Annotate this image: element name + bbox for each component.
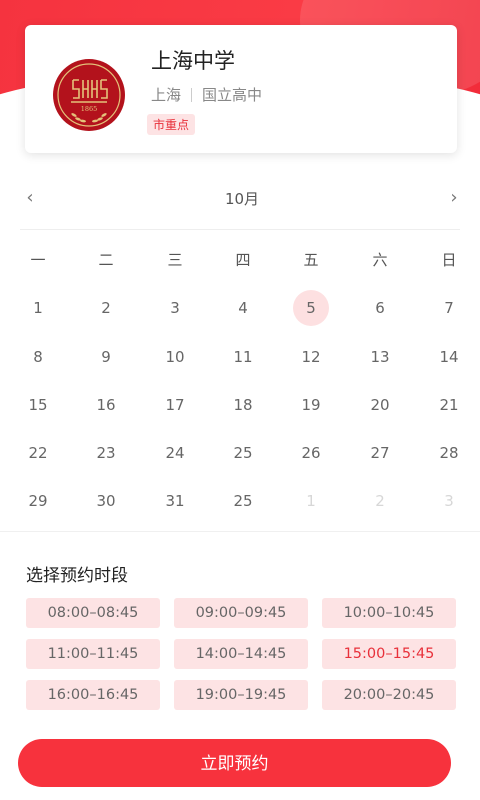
calendar-day[interactable]: 25	[223, 481, 263, 521]
weekday-sat: 六	[372, 251, 388, 269]
school-name: 上海中学	[151, 49, 235, 73]
school-logo: 1865	[53, 59, 125, 131]
calendar-day[interactable]: 13	[360, 337, 400, 377]
calendar-day[interactable]: 16	[86, 385, 126, 425]
calendar-day-disabled: 1	[306, 492, 316, 510]
calendar-day-disabled: 3	[444, 492, 454, 510]
time-slot[interactable]: 20:00–20:45	[322, 680, 456, 710]
chevron-right-icon[interactable]: ›	[444, 187, 464, 209]
calendar-week: 22 23 24 25 26 27 28	[0, 433, 480, 473]
time-slot[interactable]: 09:00–09:45	[174, 598, 308, 628]
month-label: 10月	[224, 190, 260, 208]
month-navigator: ‹ 10月 ›	[20, 183, 464, 213]
calendar-day-selected[interactable]: 5	[291, 288, 331, 328]
calendar-day[interactable]: 26	[291, 433, 331, 473]
calendar-day[interactable]: 1	[18, 288, 58, 328]
calendar-day[interactable]: 3	[155, 288, 195, 328]
weekday-tue: 二	[98, 251, 114, 269]
calendar-day[interactable]: 31	[155, 481, 195, 521]
time-slot[interactable]: 14:00–14:45	[174, 639, 308, 669]
weekday-header: 一 二 三 四 五 六 日	[0, 240, 480, 280]
calendar-day[interactable]: 8	[18, 337, 58, 377]
calendar-day[interactable]: 24	[155, 433, 195, 473]
section-title: 选择预约时段	[26, 566, 128, 586]
school-type: 国立高中	[202, 86, 263, 104]
calendar-day[interactable]: 20	[360, 385, 400, 425]
calendar-day[interactable]: 21	[429, 385, 469, 425]
calendar-day[interactable]: 17	[155, 385, 195, 425]
calendar-day[interactable]: 2	[86, 288, 126, 328]
calendar-day-disabled: 2	[375, 492, 385, 510]
weekday-mon: 一	[30, 251, 46, 269]
school-card[interactable]: 1865 上海中学 上海 国立高中 市重点	[25, 25, 457, 153]
time-slot[interactable]: 10:00–10:45	[322, 598, 456, 628]
calendar-day[interactable]: 27	[360, 433, 400, 473]
time-slot[interactable]: 16:00–16:45	[26, 680, 160, 710]
calendar-day[interactable]: 19	[291, 385, 331, 425]
calendar-day[interactable]: 29	[18, 481, 58, 521]
calendar-day[interactable]: 22	[18, 433, 58, 473]
calendar-day[interactable]: 11	[223, 337, 263, 377]
calendar-day[interactable]: 15	[18, 385, 58, 425]
book-now-button[interactable]: 立即预约	[18, 739, 451, 787]
school-city: 上海	[151, 86, 182, 104]
time-slot[interactable]: 11:00–11:45	[26, 639, 160, 669]
time-slot[interactable]: 19:00–19:45	[174, 680, 308, 710]
calendar-day[interactable]: 18	[223, 385, 263, 425]
calendar-day[interactable]: 28	[429, 433, 469, 473]
calendar-day[interactable]: 9	[86, 337, 126, 377]
calendar-day[interactable]: 12	[291, 337, 331, 377]
calendar-divider	[20, 229, 460, 230]
calendar-day[interactable]: 4	[223, 288, 263, 328]
time-slot-selected[interactable]: 15:00–15:45	[322, 639, 456, 669]
calendar-day[interactable]: 25	[223, 433, 263, 473]
section-divider	[0, 531, 480, 532]
calendar-day[interactable]: 6	[360, 288, 400, 328]
weekday-fri: 五	[303, 251, 319, 269]
time-slot[interactable]: 08:00–08:45	[26, 598, 160, 628]
calendar-week: 15 16 17 18 19 20 21	[0, 385, 480, 425]
meta-divider	[191, 87, 193, 102]
calendar-week: 8 9 10 11 12 13 14	[0, 337, 480, 377]
calendar-day[interactable]: 10	[155, 337, 195, 377]
weekday-sun: 日	[441, 251, 457, 269]
calendar-day[interactable]: 7	[429, 288, 469, 328]
weekday-thu: 四	[235, 251, 251, 269]
calendar-week: 29 30 31 25 1 2 3	[0, 481, 480, 521]
calendar-day[interactable]: 23	[86, 433, 126, 473]
weekday-wed: 三	[167, 251, 183, 269]
school-tag-badge: 市重点	[147, 114, 196, 135]
school-meta: 上海 国立高中	[151, 84, 262, 105]
calendar-day[interactable]: 30	[86, 481, 126, 521]
logo-year: 1865	[81, 105, 98, 113]
calendar-week: 1 2 3 4 5 6 7	[0, 288, 480, 328]
calendar-day[interactable]: 14	[429, 337, 469, 377]
